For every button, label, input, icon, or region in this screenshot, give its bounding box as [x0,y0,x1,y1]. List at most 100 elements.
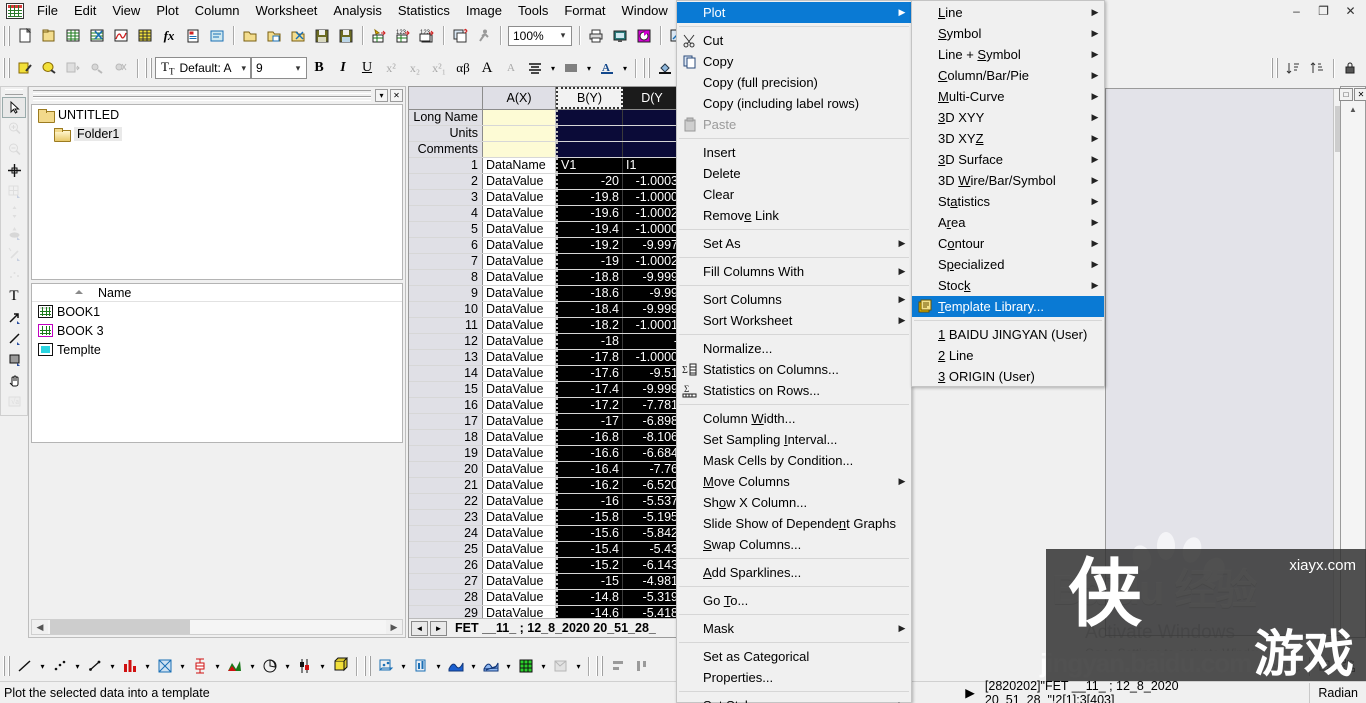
cell-a[interactable]: DataValue [483,414,556,429]
worksheet-tab[interactable]: FET __11_ ; 12_8_2020 20_51_28_ [451,621,660,635]
chevron-down-icon[interactable]: ▾ [247,654,258,678]
font-combo[interactable]: TT Default: A ▾ [155,57,251,79]
cell-d[interactable]: -1.0000 [623,350,681,365]
cell-a[interactable]: DataValue [483,574,556,589]
open-excel-icon[interactable] [263,25,285,46]
cell-a[interactable]: DataValue [483,366,556,381]
row-label[interactable]: 13 [409,350,483,365]
new-workbook-icon[interactable] [62,25,84,46]
cell-a[interactable]: DataValue [483,270,556,285]
table-row[interactable]: 4 DataValue -19.6 -1.0002 [409,206,682,222]
cell-a[interactable]: DataValue [483,462,556,477]
cell-d[interactable]: I1 [623,158,681,173]
cell-a[interactable]: DataValue [483,494,556,509]
arrow-tool[interactable] [2,307,26,328]
corner-header[interactable] [409,87,483,109]
status-selection-arrow[interactable]: ▶ [963,683,983,703]
menu-plot[interactable]: Plot [148,0,186,21]
cell-b[interactable]: -16.8 [556,430,623,445]
menu-item-column-width[interactable]: Column Width... [677,408,911,429]
cell-d[interactable]: -9.99 [623,286,681,301]
table-row[interactable]: 26 DataValue -15.2 -6.143 [409,558,682,574]
tree-item-folder1[interactable]: Folder1 [32,124,402,143]
menu-item-insert[interactable]: Insert [677,142,911,163]
chevron-down-icon[interactable]: ▾ [142,654,153,678]
menu-item-3d-wire-bar-symbol[interactable]: 3D Wire/Bar/Symbol ▶ [912,170,1104,191]
row-label[interactable]: 7 [409,254,483,269]
menu-item-2-line[interactable]: 2 Line [912,345,1104,366]
cell-b[interactable]: -15.4 [556,542,623,557]
row-label[interactable]: 18 [409,430,483,445]
menu-item-column-bar-pie[interactable]: Column/Bar/Pie ▶ [912,65,1104,86]
menu-item-line-symbol[interactable]: Line + Symbol ▶ [912,44,1104,65]
cell-b[interactable]: -15.6 [556,526,623,541]
3d-ternary-icon[interactable] [549,654,573,678]
palette-grip[interactable] [5,89,23,95]
table-row[interactable]: 10 DataValue -18.4 -9.999 [409,302,682,318]
cell-d[interactable]: -9.51 [623,366,681,381]
table-row[interactable]: 17 DataValue -17 -6.898 [409,414,682,430]
3d-plot-icon[interactable] [328,654,352,678]
cell-b[interactable]: -16.2 [556,478,623,493]
menu-item-swap-columns[interactable]: Swap Columns... [677,534,911,555]
explorer-close-button[interactable]: ✕ [390,89,403,102]
cell-b[interactable]: -14.8 [556,590,623,605]
row-label[interactable]: 28 [409,590,483,605]
sort-ascending-icon[interactable] [1282,58,1304,79]
row-label[interactable]: 12 [409,334,483,349]
menu-item-contour[interactable]: Contour ▶ [912,233,1104,254]
rectangle-tool[interactable] [2,349,26,370]
row-label[interactable]: 27 [409,574,483,589]
cell-a[interactable]: DataValue [483,430,556,445]
menu-item-set-style[interactable]: Set Style▶ [677,695,911,703]
row-label[interactable]: 25 [409,542,483,557]
menu-item-slide-show-of-dependent-graphs[interactable]: Slide Show of Dependent Graphs [677,513,911,534]
cell-b[interactable]: -19.8 [556,190,623,205]
cell-d[interactable]: - [623,334,681,349]
import-wizard-icon[interactable] [368,25,390,46]
chevron-down-icon[interactable]: ▾ [237,63,250,74]
cell-a[interactable]: DataValue [483,526,556,541]
open-project-icon[interactable] [38,25,60,46]
cell-d[interactable]: -6.684 [623,446,681,461]
3d-scatter-icon[interactable] [374,654,398,678]
font-color-icon[interactable]: A [596,58,618,79]
meta-row-comments[interactable]: Comments [409,142,682,158]
cell-a[interactable]: DataValue [483,446,556,461]
chevron-down-icon[interactable]: ▾ [583,58,595,79]
list-item[interactable]: BOOK1 [32,302,402,321]
cell-d[interactable]: -9.997 [623,238,681,253]
column-header-d[interactable]: D(Y [623,87,681,109]
new-excel-icon[interactable] [86,25,108,46]
menu-item-stock[interactable]: Stock ▶ [912,275,1104,296]
cell-b[interactable]: -17.4 [556,382,623,397]
table-row[interactable]: 9 DataValue -18.6 -9.99 [409,286,682,302]
align-left-icon[interactable] [630,654,654,678]
mdi-close-button[interactable]: ✕ [1354,88,1366,101]
menu-item-remove-link[interactable]: Remove Link [677,205,911,226]
table-row[interactable]: 2 DataValue -20 -1.0003 [409,174,682,190]
cell-d[interactable]: -4.981 [623,574,681,589]
menu-item-mask-cells-by-condition[interactable]: Mask Cells by Condition... [677,450,911,471]
cell-d[interactable]: -1.0002 [623,254,681,269]
row-label[interactable]: 23 [409,510,483,525]
menu-item-normalize[interactable]: Normalize... [677,338,911,359]
table-row[interactable]: 7 DataValue -19 -1.0002 [409,254,682,270]
style-brush-icon[interactable] [38,58,60,79]
table-row[interactable]: 18 DataValue -16.8 -8.106 [409,430,682,446]
increase-font-button[interactable]: A [476,58,498,79]
menu-item-plot[interactable]: Plot ▶ [677,2,911,23]
table-row[interactable]: 15 DataValue -17.4 -9.999 [409,382,682,398]
lock-icon[interactable] [1339,58,1361,79]
tab-prev-button[interactable]: ◄ [411,620,428,636]
import-multiple-ascii-icon[interactable]: 123 [416,25,438,46]
menu-analysis[interactable]: Analysis [325,0,389,21]
run-script-icon[interactable] [473,25,495,46]
3d-bar-icon[interactable] [409,654,433,678]
font-size-combo[interactable]: 9 ▾ [251,57,307,79]
table-row[interactable]: 21 DataValue -16.2 -6.520 [409,478,682,494]
cell-d[interactable]: -1.0002 [623,206,681,221]
cell-a[interactable]: DataValue [483,542,556,557]
text-tool-icon[interactable] [14,58,36,79]
toolbar-grip[interactable] [145,58,152,78]
